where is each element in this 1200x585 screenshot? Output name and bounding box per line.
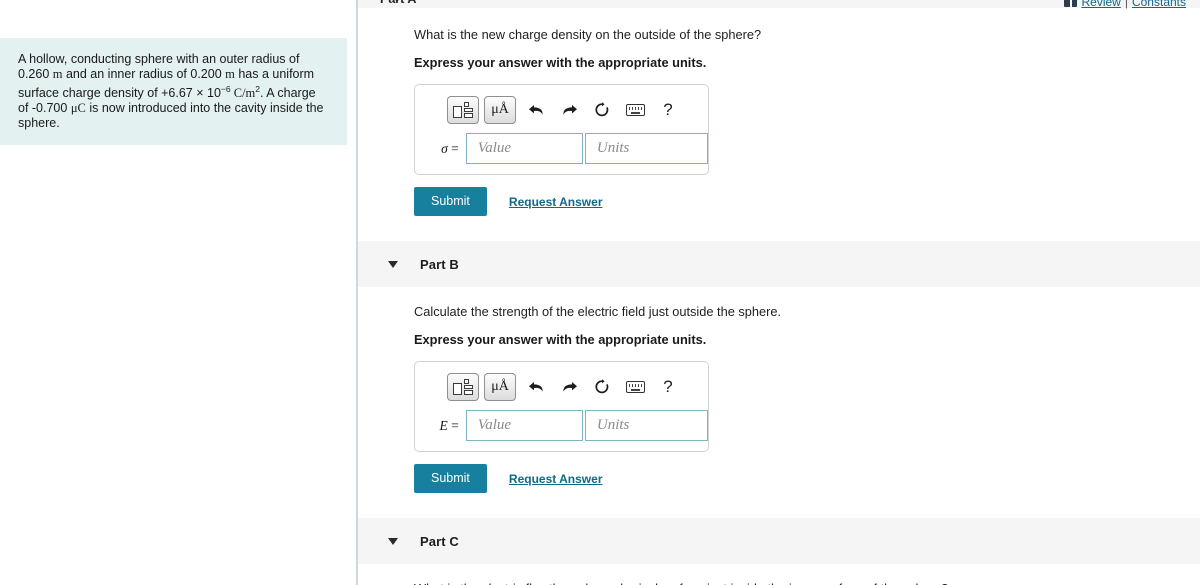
unit-microcoulomb: μC bbox=[70, 101, 86, 116]
problem-text-line1b: and an inner radius of 0.200 bbox=[62, 67, 226, 81]
part-b-question: Calculate the strength of the electric f… bbox=[414, 304, 782, 319]
part-a-units-input[interactable]: Units bbox=[584, 133, 708, 164]
micro-angstrom-glyph: μÅ bbox=[491, 102, 509, 117]
part-a-variable-label: σ = bbox=[425, 141, 466, 157]
math-template-glyph bbox=[453, 101, 473, 119]
top-bar: Part A Review | Constants bbox=[358, 0, 1200, 30]
exponent-minus-six: −6 bbox=[220, 84, 231, 94]
part-a-title-clipped: Part A bbox=[380, 0, 416, 6]
redo-arrow-icon[interactable] bbox=[554, 373, 584, 401]
part-a-request-answer-link[interactable]: Request Answer bbox=[509, 195, 603, 209]
help-question-icon[interactable]: ? bbox=[653, 373, 683, 401]
redo-arrow-icon[interactable] bbox=[554, 96, 584, 124]
part-b-variable-label: E = bbox=[425, 418, 466, 434]
left-problem-pane: A hollow, conducting sphere with an oute… bbox=[0, 0, 358, 585]
part-a-value-input[interactable]: Value bbox=[465, 133, 583, 164]
keyboard-icon[interactable] bbox=[620, 96, 650, 124]
unit-coulomb-per-msq: C/m bbox=[230, 86, 256, 101]
part-b-input-row: E = Value Units bbox=[415, 410, 708, 441]
main-content: Part A Review | Constants What is the new … bbox=[358, 0, 1200, 585]
part-b-body: Calculate the strength of the electric f… bbox=[358, 287, 1200, 493]
part-b-units-placeholder: Units bbox=[596, 417, 630, 433]
part-a-action-row: Submit Request Answer bbox=[414, 187, 1200, 216]
part-b-submit-button[interactable]: Submit bbox=[414, 464, 487, 493]
keyboard-icon[interactable] bbox=[620, 373, 650, 401]
undo-arrow-icon[interactable] bbox=[521, 373, 551, 401]
part-b-units-input[interactable]: Units bbox=[584, 410, 708, 441]
math-template-icon[interactable] bbox=[447, 96, 479, 124]
part-c-question: What is the electric flux through a sphe… bbox=[414, 564, 1200, 585]
part-a-units-placeholder: Units bbox=[596, 140, 630, 156]
part-b-value-input[interactable]: Value bbox=[465, 410, 583, 441]
part-b-variable-symbol: E bbox=[439, 417, 448, 433]
part-a-input-row: σ = Value Units bbox=[415, 133, 708, 164]
undo-arrow-icon[interactable] bbox=[521, 96, 551, 124]
part-c-title: Part C bbox=[420, 533, 459, 549]
constants-link[interactable]: Constants bbox=[1132, 0, 1186, 9]
part-c-body: What is the electric flux through a sphe… bbox=[358, 564, 1200, 585]
micro-angstrom-glyph: μÅ bbox=[491, 379, 509, 394]
header-links: Review | Constants bbox=[1064, 0, 1186, 9]
part-a-toolbar: μÅ ? bbox=[415, 93, 708, 127]
part-b-express-units: Express your answer with the appropriate… bbox=[414, 332, 707, 347]
chevron-down-icon-part-c[interactable] bbox=[388, 537, 398, 545]
part-a-express-units: Express your answer with the appropriate… bbox=[414, 55, 707, 70]
part-b-action-row: Submit Request Answer bbox=[414, 464, 1200, 493]
part-b-toolbar: μÅ ? bbox=[415, 370, 708, 404]
problem-statement: A hollow, conducting sphere with an oute… bbox=[0, 38, 347, 146]
part-b-header[interactable]: Part B bbox=[358, 241, 1200, 287]
math-template-icon[interactable] bbox=[447, 373, 479, 401]
part-a-variable-symbol: σ bbox=[441, 140, 448, 156]
book-icon bbox=[1064, 0, 1078, 7]
header-link-separator: | bbox=[1124, 0, 1128, 9]
part-c-header[interactable]: Part C bbox=[358, 518, 1200, 564]
part-b-title: Part B bbox=[420, 256, 459, 272]
part-a-value-placeholder: Value bbox=[477, 140, 512, 156]
part-b-value-placeholder: Value bbox=[477, 417, 512, 433]
math-template-glyph bbox=[453, 378, 473, 396]
help-question-icon[interactable]: ? bbox=[653, 96, 683, 124]
unit-meter-1: m bbox=[52, 67, 63, 81]
unit-meter-2: m bbox=[225, 67, 235, 81]
micro-angstrom-icon[interactable]: μÅ bbox=[484, 373, 516, 401]
reset-circular-arrow-icon[interactable] bbox=[587, 373, 617, 401]
part-b-request-answer-link[interactable]: Request Answer bbox=[509, 472, 603, 486]
reset-circular-arrow-icon[interactable] bbox=[587, 96, 617, 124]
part-a-submit-button[interactable]: Submit bbox=[414, 187, 487, 216]
part-b-answer-box: μÅ ? E = Value Units bbox=[414, 361, 709, 452]
chevron-down-icon-part-b[interactable] bbox=[388, 260, 398, 268]
part-b-equals-sign: = bbox=[447, 417, 459, 433]
keyboard-glyph bbox=[625, 381, 645, 393]
part-a-answer-box: μÅ ? σ = Value Units bbox=[414, 84, 709, 175]
keyboard-glyph bbox=[625, 104, 645, 116]
part-a-body: What is the new charge density on the ou… bbox=[358, 0, 1200, 216]
review-link[interactable]: Review bbox=[1081, 0, 1120, 9]
page-root: A hollow, conducting sphere with an oute… bbox=[0, 0, 1200, 585]
micro-angstrom-icon[interactable]: μÅ bbox=[484, 96, 516, 124]
part-a-equals-sign: = bbox=[447, 140, 459, 156]
